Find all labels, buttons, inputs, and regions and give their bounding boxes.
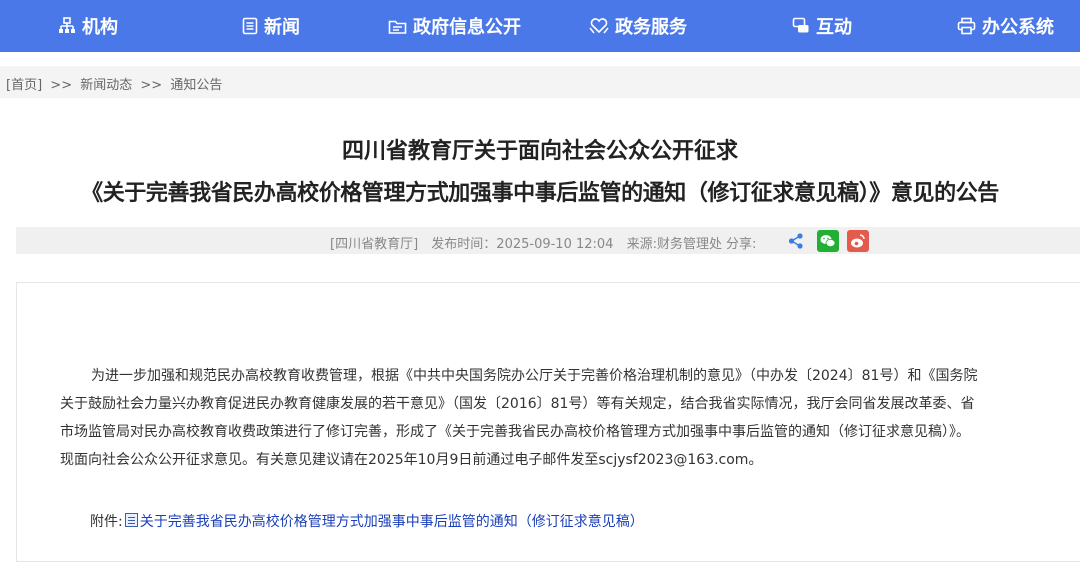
breadcrumb-home-link[interactable]: [首页] [6, 78, 42, 93]
document-icon [124, 513, 138, 527]
breadcrumb: [首页] >> 新闻动态 >> 通知公告 [6, 74, 222, 93]
heart-hands-icon [589, 18, 609, 34]
meta-publisher: [四川省教育厅] [330, 237, 419, 252]
nav-item-org[interactable]: 机构 [58, 0, 118, 52]
share-label: 分享: [726, 237, 757, 252]
nav-item-interaction[interactable]: 互动 [792, 0, 852, 52]
wechat-glyph-icon [820, 235, 836, 247]
breadcrumb-separator: >> [50, 78, 73, 93]
nav-label-interaction: 互动 [816, 17, 852, 38]
body-line: 关于鼓励社会力量兴办教育促进民办教育健康发展的若干意见》（国发〔2016〕81号… [60, 396, 975, 412]
article-meta: [四川省教育厅] 发布时间：2025-09-10 12:04 来源:财务管理处 [330, 233, 731, 252]
nav-label-office: 办公系统 [982, 17, 1054, 38]
body-line: 现面向社会公众公开征求意见。有关意见建议请在2025年10月9日前通过电子邮件发… [60, 452, 763, 468]
folder-info-icon [388, 20, 407, 34]
nav-label-org: 机构 [82, 17, 118, 38]
weibo-glyph-icon [851, 234, 865, 248]
body-line: 为进一步加强和规范民办高校教育收费管理，根据《中共中央国务院办公厅关于完善价格治… [91, 368, 978, 384]
nav-item-office[interactable]: 办公系统 [957, 0, 1054, 52]
chat-icon [792, 17, 809, 33]
top-nav-bar: 机构 新闻 政府信息公开 政务服务 互动 办公系统 [0, 0, 1080, 52]
share-icon[interactable] [787, 232, 805, 250]
nav-label-gov-service: 政务服务 [615, 17, 687, 38]
attachment-link[interactable]: 关于完善我省民办高校价格管理方式加强事中事后监管的通知（修订征求意见稿） [140, 511, 644, 531]
breadcrumb-news-link[interactable]: 新闻动态 [80, 78, 132, 93]
nav-label-gov-info: 政府信息公开 [413, 17, 521, 38]
body-line: 市场监管局对民办高校教育收费政策进行了修订完善，形成了《关于完善我省民办高校价格… [60, 424, 970, 440]
news-icon [242, 17, 258, 35]
article-title-line1: 四川省教育厅关于面向社会公众公开征求 [341, 139, 738, 164]
attachment-label: 附件: [90, 514, 123, 530]
breadcrumb-notice-link[interactable]: 通知公告 [170, 78, 222, 93]
article-body: 为进一步加强和规范民办高校教育收费管理，根据《中共中央国务院办公厅关于完善价格治… [60, 362, 1040, 474]
weibo-share-icon[interactable] [847, 230, 869, 252]
wechat-share-icon[interactable] [817, 230, 839, 252]
breadcrumb-separator: >> [140, 78, 163, 93]
meta-source: 来源:财务管理处 [626, 237, 722, 252]
article-title-line2: 《关于完善我省民办高校价格管理方式加强事中事后监管的通知（修订征求意见稿）》意见… [81, 181, 999, 206]
attachment-row: 附件: 关于完善我省民办高校价格管理方式加强事中事后监管的通知（修订征求意见稿） [90, 511, 644, 531]
nav-item-news[interactable]: 新闻 [242, 0, 300, 52]
nav-item-gov-service[interactable]: 政务服务 [589, 0, 687, 52]
nav-item-gov-info[interactable]: 政府信息公开 [388, 0, 521, 52]
org-chart-icon [59, 17, 75, 33]
printer-icon [957, 17, 976, 35]
meta-publish-time: 发布时间：2025-09-10 12:04 [431, 237, 614, 252]
nav-label-news: 新闻 [264, 17, 300, 38]
